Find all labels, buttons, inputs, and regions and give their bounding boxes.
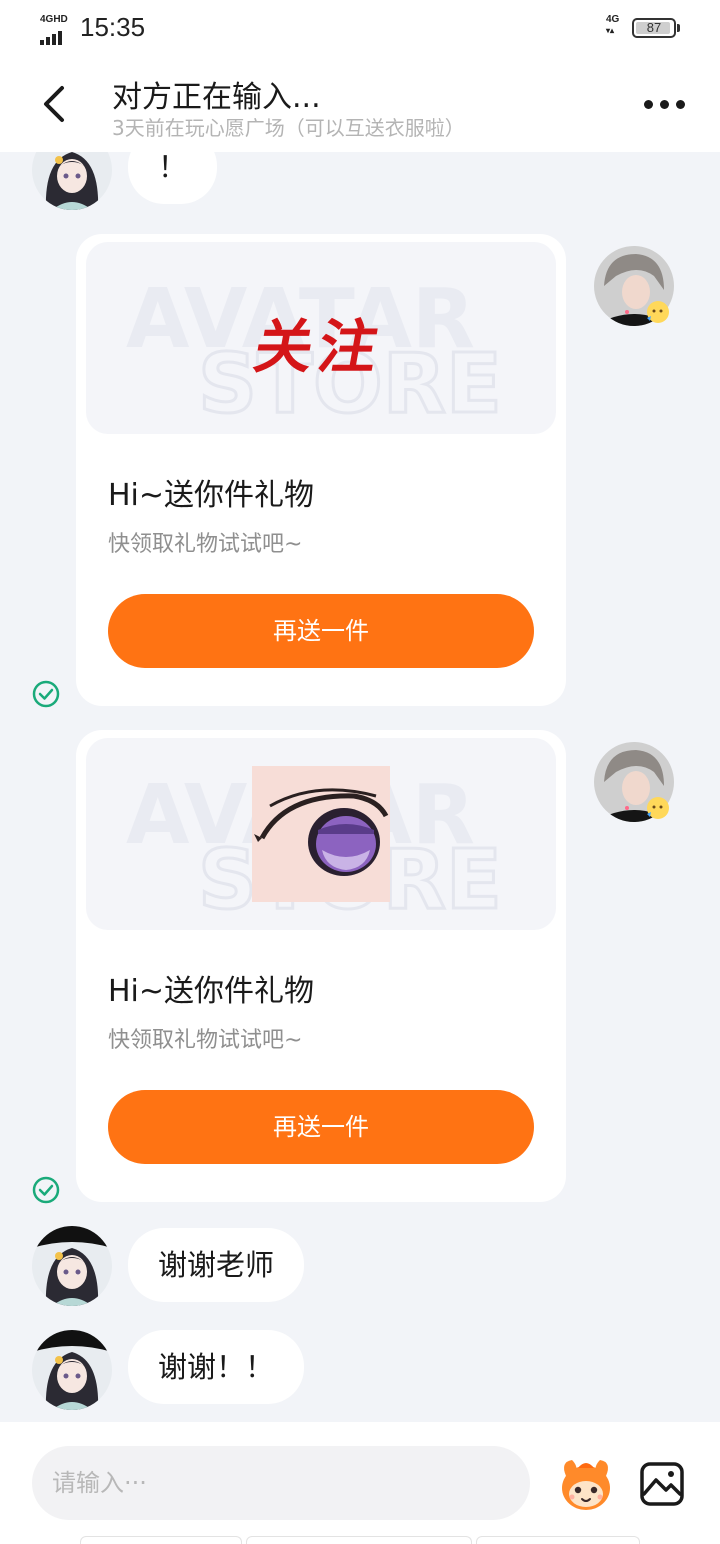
gift-image-text: 关注 <box>249 313 390 381</box>
emoji-button[interactable] <box>556 1454 616 1514</box>
signal-indicator: 4GHD <box>40 14 72 45</box>
message-bubble[interactable]: 谢谢！！ <box>128 1330 305 1404</box>
clock: 15:35 <box>80 12 146 42</box>
avatar-image <box>594 246 674 326</box>
mascot-emoji-icon <box>562 1460 610 1510</box>
avatar-image <box>32 152 112 210</box>
message-bubble[interactable]: ！ <box>128 152 218 204</box>
message-list[interactable]: ！ AVATAR STORE 关注 Hi~送你件礼物 快领取礼物试试吧~ 再送一… <box>0 152 720 1422</box>
avatar-image <box>32 1226 112 1306</box>
page-title: 对方正在输入... <box>112 80 321 115</box>
contact-avatar[interactable] <box>32 152 112 210</box>
chat-screen: 4GHD 15:35 4G ▾▴ 87 对方正在输入... 3天前在玩心愿广场（可… <box>0 0 720 1544</box>
my-avatar[interactable] <box>594 246 676 328</box>
check-circle-icon <box>32 680 60 708</box>
network-type-label: 4GHD <box>40 14 68 25</box>
battery-icon: 87 <box>632 18 680 38</box>
send-another-button[interactable]: 再送一件 <box>108 594 534 668</box>
avatar-image <box>594 742 674 822</box>
image-icon <box>640 1462 684 1506</box>
battery-level: 87 <box>646 20 662 35</box>
eye-item-image <box>252 766 390 902</box>
gift-title: Hi~送你件礼物 <box>108 974 315 1009</box>
contact-avatar[interactable] <box>32 1226 112 1306</box>
send-another-button[interactable]: 再送一件 <box>108 1090 534 1164</box>
back-button[interactable] <box>30 80 78 128</box>
more-options-button[interactable] <box>636 84 692 124</box>
gift-image: AVATAR STORE <box>86 738 556 930</box>
signal-bars-icon <box>40 26 64 45</box>
chevron-left-icon <box>44 86 64 122</box>
status-bar: 4GHD 15:35 4G ▾▴ 87 <box>0 0 720 58</box>
avatar-image <box>32 1330 112 1410</box>
gift-card: AVATAR STORE 关注 Hi~送你件礼物 快领取礼物试试吧~ 再送一件 <box>76 234 566 706</box>
network-4g-label: 4G ▾▴ <box>606 14 620 35</box>
bottom-panel-tabs <box>80 1536 640 1544</box>
page-subtitle: 3天前在玩心愿广场（可以互送衣服啦） <box>112 116 465 140</box>
gift-image: AVATAR STORE 关注 <box>86 242 556 434</box>
my-avatar[interactable] <box>594 742 676 824</box>
input-bar <box>0 1422 720 1544</box>
message-bubble[interactable]: 谢谢老师 <box>128 1228 305 1302</box>
image-button[interactable] <box>638 1460 686 1508</box>
gift-title: Hi~送你件礼物 <box>108 478 315 513</box>
contact-avatar[interactable] <box>32 1330 112 1410</box>
gift-card: AVATAR STORE Hi~送你件礼物 快领取礼物试试吧~ <box>76 730 566 1202</box>
chat-header: 对方正在输入... 3天前在玩心愿广场（可以互送衣服啦） <box>0 58 720 152</box>
gift-description: 快领取礼物试试吧~ <box>108 532 303 557</box>
message-input[interactable] <box>32 1446 530 1520</box>
gift-description: 快领取礼物试试吧~ <box>108 1028 303 1053</box>
check-circle-icon <box>32 1176 60 1204</box>
